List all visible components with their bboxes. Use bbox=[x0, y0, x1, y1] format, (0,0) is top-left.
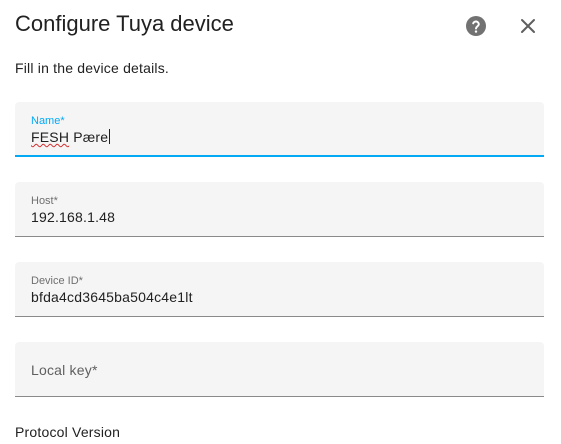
name-field[interactable]: Name* FESH Pære bbox=[15, 102, 544, 157]
help-circle-icon bbox=[466, 16, 486, 36]
misspelled-word: FESH bbox=[31, 129, 70, 145]
name-field-label: Name* bbox=[31, 115, 65, 127]
host-field-value[interactable]: 192.168.1.48 bbox=[31, 209, 115, 225]
host-field[interactable]: Host* 192.168.1.48 bbox=[15, 182, 544, 237]
device-id-field-value[interactable]: bfda4cd3645ba504c4e1lt bbox=[31, 289, 193, 305]
name-field-value[interactable]: FESH Pære bbox=[31, 129, 111, 145]
help-button[interactable] bbox=[464, 14, 488, 38]
local-key-field[interactable]: Local key* bbox=[15, 342, 544, 397]
dialog-title: Configure Tuya device bbox=[15, 11, 234, 36]
close-icon bbox=[521, 19, 535, 33]
host-field-label: Host* bbox=[31, 195, 58, 207]
text-caret bbox=[109, 129, 111, 144]
local-key-field-label: Local key* bbox=[31, 362, 98, 378]
close-button[interactable] bbox=[516, 14, 540, 38]
configure-device-dialog: Configure Tuya device Fill in the device… bbox=[0, 0, 561, 444]
device-id-field-label: Device ID* bbox=[31, 275, 83, 287]
protocol-version-label: Protocol Version bbox=[15, 424, 121, 440]
device-id-field[interactable]: Device ID* bfda4cd3645ba504c4e1lt bbox=[15, 262, 544, 317]
dialog-description: Fill in the device details. bbox=[15, 60, 170, 76]
name-value-rest: Pære bbox=[69, 129, 109, 145]
